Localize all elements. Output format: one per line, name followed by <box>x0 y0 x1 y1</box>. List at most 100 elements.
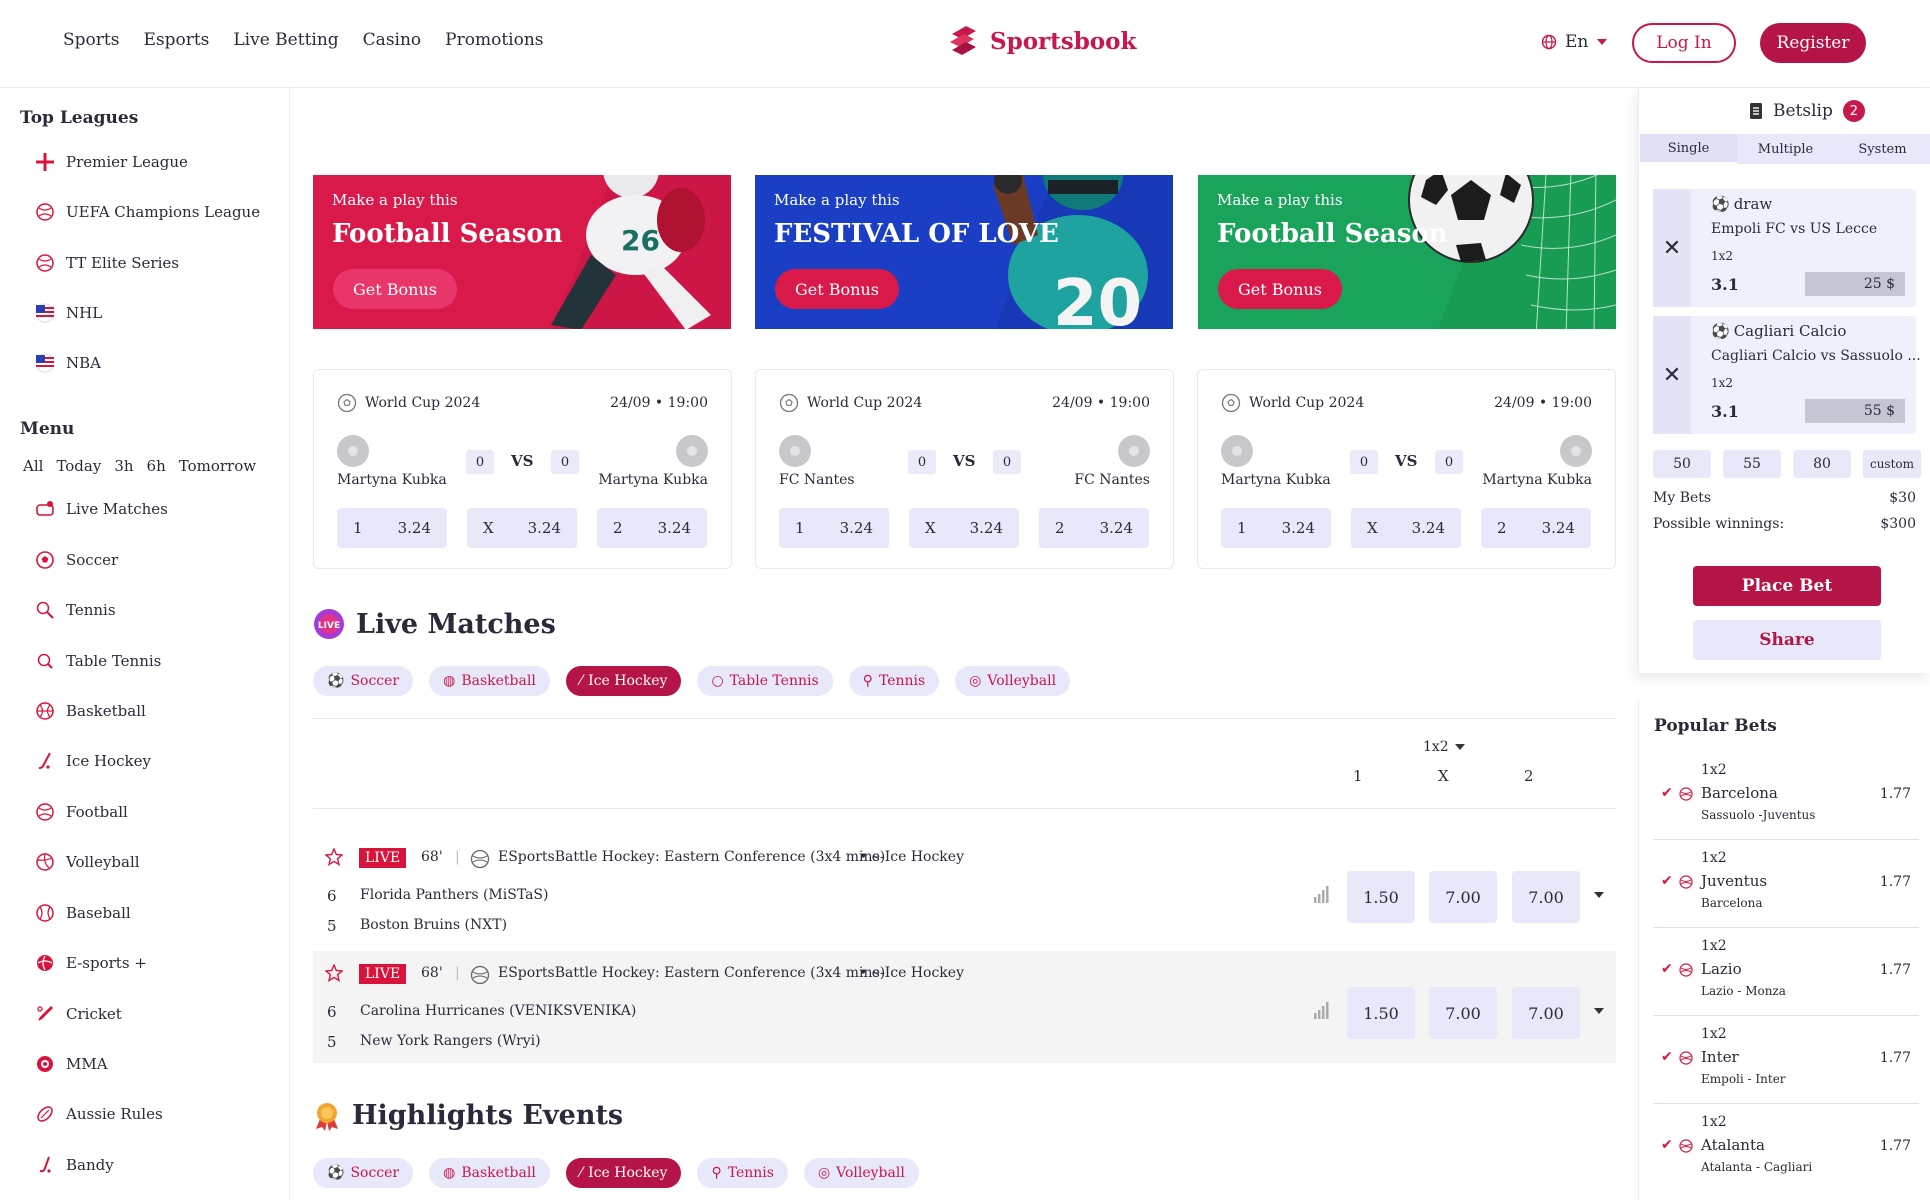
odd-button-x[interactable]: X 3.24 <box>1351 508 1461 548</box>
register-button[interactable]: Register <box>1760 23 1866 63</box>
menu-bandy[interactable]: Bandy <box>34 1154 114 1176</box>
brand-logo[interactable]: Sportsbook <box>944 22 1136 60</box>
usa-flag-icon <box>34 302 56 324</box>
odd-button-x[interactable]: X 3.24 <box>467 508 577 548</box>
stake-input[interactable]: 25 $ <box>1805 272 1905 296</box>
chip-soccer[interactable]: ⚽ Soccer <box>313 1158 414 1188</box>
chip-soccer[interactable]: ⚽ Soccer <box>313 666 414 696</box>
get-bonus-button[interactable]: Get Bonus <box>1218 269 1342 309</box>
menu-football[interactable]: Football <box>34 801 128 823</box>
odd-button-2[interactable]: 2 3.24 <box>1481 508 1591 548</box>
filter-6h[interactable]: 6h <box>147 457 166 475</box>
odd-button-x[interactable]: 7.00 <box>1429 871 1497 923</box>
get-bonus-button[interactable]: Get Bonus <box>333 269 457 309</box>
nav-esports[interactable]: Esports <box>143 30 209 50</box>
quick-stake-custom[interactable]: custom <box>1863 450 1921 478</box>
popular-bet-item[interactable]: ✔ 1x2 Inter Empoli - Inter 1.77 <box>1653 1016 1919 1104</box>
league-nhl[interactable]: NHL <box>34 302 102 324</box>
chip-table-tennis[interactable]: ○ Table Tennis <box>697 666 833 696</box>
place-bet-button[interactable]: Place Bet <box>1693 566 1881 606</box>
stats-icon[interactable] <box>1313 1001 1329 1019</box>
expand-chevron-icon[interactable] <box>1594 892 1604 898</box>
quick-stake-80[interactable]: 80 <box>1793 450 1851 478</box>
league-ucl[interactable]: UEFA Champions League <box>34 201 260 223</box>
popular-bet-item[interactable]: ✔ 1x2 Barcelona Sassuolo -Juventus 1.77 <box>1653 752 1919 840</box>
menu-basketball[interactable]: Basketball <box>34 700 146 722</box>
share-button[interactable]: Share <box>1693 620 1881 660</box>
language-select[interactable]: En <box>1541 32 1608 52</box>
chip-ice-hockey[interactable]: ⁄ Ice Hockey <box>565 666 682 696</box>
remove-bet-close-icon[interactable]: ✕ <box>1653 316 1691 434</box>
remove-bet-close-icon[interactable]: ✕ <box>1653 189 1691 307</box>
menu-live-matches[interactable]: Live Matches <box>34 498 168 520</box>
chip-basketball[interactable]: ◍ Basketball <box>429 1158 550 1188</box>
filter-3h[interactable]: 3h <box>114 457 133 475</box>
menu-esports[interactable]: E-sports + <box>34 952 147 974</box>
tab-multiple[interactable]: Multiple <box>1737 134 1834 164</box>
odd-button-2[interactable]: 2 3.24 <box>1039 508 1149 548</box>
nav-sports[interactable]: Sports <box>63 30 119 50</box>
market-label: 1x2 <box>1423 739 1449 755</box>
popular-bet-item[interactable]: ✔ 1x2 Lazio Lazio - Monza 1.77 <box>1653 928 1919 1016</box>
promo-banner-1[interactable]: 26 Make a play this Football Season Get … <box>313 175 731 329</box>
menu-tennis[interactable]: Tennis <box>34 599 116 621</box>
odd-button-2[interactable]: 7.00 <box>1512 987 1580 1039</box>
league-tt-elite[interactable]: TT Elite Series <box>34 252 179 274</box>
menu-cricket[interactable]: Cricket <box>34 1003 122 1025</box>
nav-promotions[interactable]: Promotions <box>445 30 543 50</box>
menu-aussie-rules[interactable]: Aussie Rules <box>34 1103 163 1125</box>
popular-bet-item[interactable]: ✔ 1x2 Juventus Barcelona 1.77 <box>1653 840 1919 928</box>
nav-casino[interactable]: Casino <box>363 30 422 50</box>
chevron-down-icon <box>1597 39 1608 45</box>
odd-button-2[interactable]: 2 3.24 <box>597 508 707 548</box>
stake-input[interactable]: 55 $ <box>1805 399 1905 423</box>
menu-mma[interactable]: MMA <box>34 1053 108 1075</box>
star-icon[interactable] <box>325 964 343 982</box>
nav-live-betting[interactable]: Live Betting <box>233 30 338 50</box>
odd-button-1[interactable]: 1 3.24 <box>779 508 889 548</box>
live-badge-icon: LIVE <box>314 609 344 639</box>
odd-button-1[interactable]: 1.50 <box>1347 871 1415 923</box>
odd-button-1[interactable]: 1 3.24 <box>337 508 447 548</box>
odd-button-x[interactable]: 7.00 <box>1429 987 1497 1039</box>
popular-bet-item[interactable]: ✔ 1x2 Atalanta Atalanta - Cagliari 1.77 <box>1653 1104 1919 1192</box>
league-nba[interactable]: NBA <box>34 352 101 374</box>
filter-today[interactable]: Today <box>56 457 101 475</box>
market-select[interactable]: 1x2 <box>1423 739 1465 755</box>
get-bonus-button[interactable]: Get Bonus <box>775 269 899 309</box>
quick-stake-55[interactable]: 55 <box>1723 450 1781 478</box>
filter-all[interactable]: All <box>23 457 43 475</box>
filter-tomorrow[interactable]: Tomorrow <box>179 457 256 475</box>
live-match-row[interactable]: LIVE 68' | ESportsBattle Hockey: Eastern… <box>313 835 1616 947</box>
chip-volleyball[interactable]: ◎ Volleyball <box>803 1158 919 1188</box>
promo-banner-2[interactable]: 20 Make a play this FESTIVAL OF LOVE Get… <box>755 175 1173 329</box>
chip-basketball[interactable]: ◍ Basketball <box>429 666 550 696</box>
menu-label: E-sports + <box>66 954 147 972</box>
chip-ice-hockey[interactable]: ⁄ Ice Hockey <box>565 1158 682 1188</box>
quick-stake-50[interactable]: 50 <box>1653 450 1711 478</box>
menu-baseball[interactable]: Baseball <box>34 902 131 924</box>
stats-icon[interactable] <box>1313 885 1329 903</box>
menu-soccer[interactable]: Soccer <box>34 549 118 571</box>
tab-system[interactable]: System <box>1834 134 1930 164</box>
menu-volleyball[interactable]: Volleyball <box>34 851 140 873</box>
chip-tennis[interactable]: ⚲ Tennis <box>848 666 940 696</box>
live-match-row[interactable]: LIVE 68' | ESportsBattle Hockey: Eastern… <box>313 951 1616 1063</box>
expand-chevron-icon[interactable] <box>1594 1008 1604 1014</box>
menu-table-tennis[interactable]: Table Tennis <box>34 650 161 672</box>
login-button[interactable]: Log In <box>1632 23 1736 63</box>
match-date: 24/09 • 19:00 <box>1052 395 1150 411</box>
odd-button-x[interactable]: X 3.24 <box>909 508 1019 548</box>
chip-volleyball[interactable]: ◎ Volleyball <box>955 666 1071 696</box>
odd-button-2[interactable]: 7.00 <box>1512 871 1580 923</box>
menu-ice-hockey[interactable]: Ice Hockey <box>34 750 151 772</box>
league-premier-league[interactable]: Premier League <box>34 151 188 173</box>
odd-button-1[interactable]: 1.50 <box>1347 987 1415 1039</box>
odd-button-1[interactable]: 1 3.24 <box>1221 508 1331 548</box>
odd-label: X <box>925 519 936 537</box>
star-icon[interactable] <box>325 848 343 866</box>
chip-tennis[interactable]: ⚲ Tennis <box>697 1158 788 1188</box>
bet-odd: 1.77 <box>1879 1050 1911 1066</box>
tab-single[interactable]: Single <box>1640 134 1737 164</box>
promo-banner-3[interactable]: Make a play this Football Season Get Bon… <box>1198 175 1616 329</box>
